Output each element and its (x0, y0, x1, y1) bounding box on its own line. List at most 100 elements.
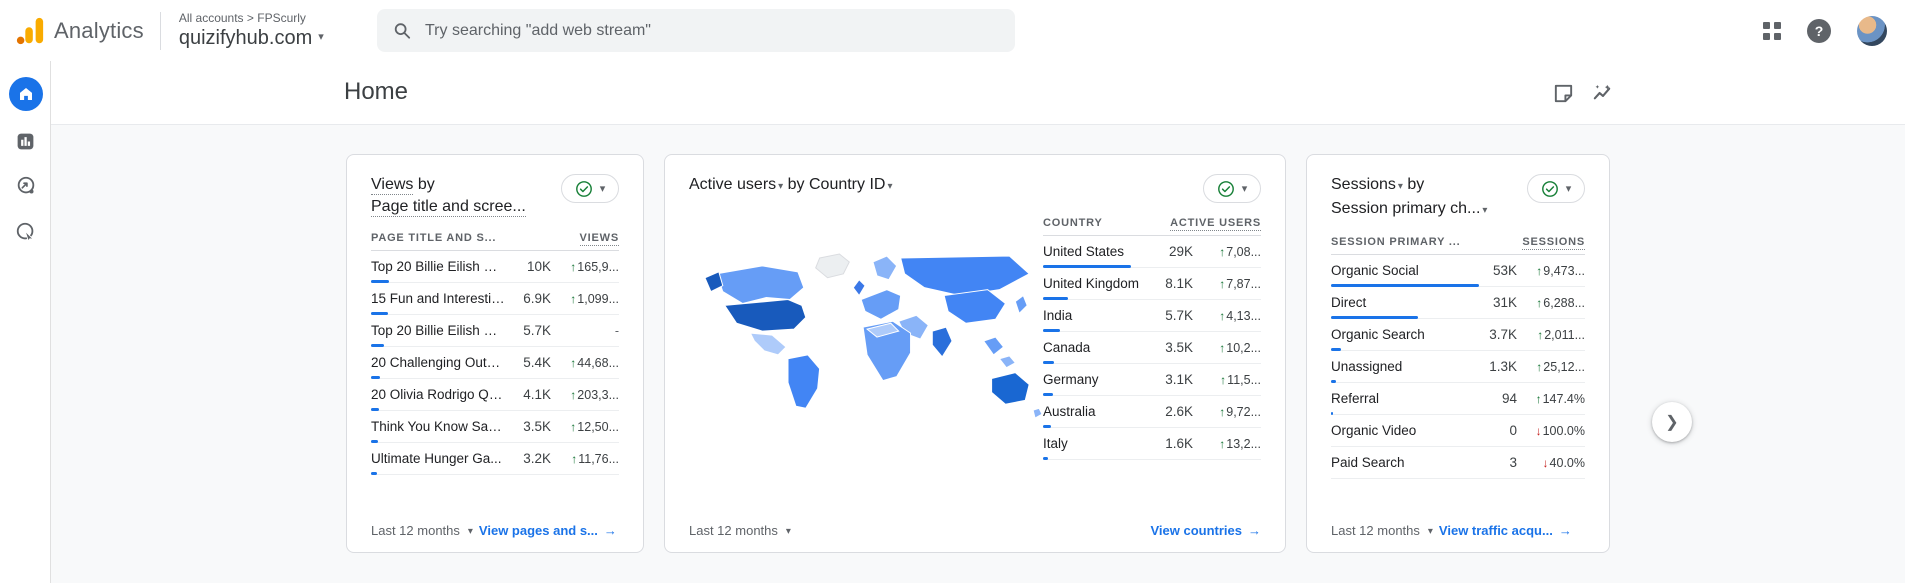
table-row: Direct 31K 6,288... (1331, 287, 1585, 319)
map-region-scandinavia (872, 255, 898, 281)
dimension-name[interactable]: Country ID (809, 176, 885, 193)
card-title[interactable]: Views by Page title and scree... (371, 174, 526, 218)
property-selector[interactable]: quizifyhub.com ▾ (179, 26, 324, 51)
map-region-east-asia (943, 289, 1007, 324)
row-value: 0 (1509, 423, 1517, 438)
column-metric[interactable]: SESSIONS (1522, 236, 1585, 250)
change-text: 25,12... (1543, 359, 1585, 374)
row-change: 25,12... (1517, 360, 1585, 374)
period-caret-icon[interactable]: ▾ (468, 526, 473, 537)
row-value: 53K (1492, 263, 1517, 278)
column-metric[interactable]: VIEWS (579, 232, 619, 246)
trend-arrow-icon (1543, 456, 1550, 470)
table-row: Unassigned 1.3K 25,12... (1331, 351, 1585, 383)
change-text: 100.0% (1542, 423, 1585, 438)
account-switcher[interactable]: All accounts > FPScurly quizifyhub.com ▾ (179, 11, 324, 51)
app-name: Analytics (54, 17, 144, 43)
table-row: Italy 1.6K 13,2... (1043, 428, 1261, 460)
view-countries-link[interactable]: View countries → (1150, 523, 1261, 538)
sidebar-item-advertising[interactable] (0, 221, 51, 243)
table-body: United States 29K 7,08... United Kingdom… (1043, 236, 1261, 460)
note-icon[interactable] (1552, 82, 1575, 105)
row-value: 3.2K (523, 451, 551, 466)
world-map[interactable] (703, 237, 1043, 513)
row-label: Italy (1043, 436, 1068, 451)
avatar[interactable] (1857, 15, 1887, 46)
arrow-right-icon: → (1248, 523, 1261, 538)
data-quality-pill[interactable]: ▾ (1527, 174, 1585, 203)
chevron-down-icon: ▾ (778, 181, 784, 192)
arrow-right-icon: → (1558, 523, 1572, 538)
dimension-name[interactable]: Session primary ch... (1331, 200, 1480, 217)
column-dimension[interactable]: PAGE TITLE AND S... (371, 232, 497, 244)
map-region-uk (852, 278, 866, 297)
card-title[interactable]: Active users ▾ by Country ID ▾ (689, 174, 892, 198)
analytics-logo[interactable]: Analytics (15, 16, 144, 46)
insights-icon[interactable] (1591, 82, 1614, 105)
view-pages-link[interactable]: View pages and s... → (479, 523, 617, 538)
row-label: United Kingdom (1043, 276, 1140, 291)
dimension-name[interactable]: Page title and scree... (371, 198, 526, 217)
map-region-indonesia (998, 355, 1017, 369)
row-label: 20 Challenging Outer... (371, 355, 510, 370)
data-quality-pill[interactable]: ▾ (1203, 174, 1261, 203)
period-caret-icon[interactable]: ▾ (786, 526, 791, 537)
column-metric[interactable]: ACTIVE USERS (1170, 217, 1261, 231)
card-sessions-by-channel: Sessions ▾ by Session primary ch... ▾ ▾ SE… (1306, 154, 1610, 553)
page-title: Home (344, 78, 409, 105)
card-title[interactable]: Sessions ▾ by Session primary ch... ▾ (1331, 174, 1487, 222)
row-label: Top 20 Billie Eilish Q... (371, 323, 506, 338)
help-icon[interactable]: ? (1807, 18, 1831, 43)
period-label: Last 12 months (1331, 523, 1420, 538)
topbar-actions: ? (1763, 0, 1887, 61)
search-input[interactable] (425, 21, 999, 40)
metric-name[interactable]: Active users (689, 176, 776, 193)
sidebar-item-explore[interactable] (0, 175, 51, 197)
row-label: Direct (1331, 295, 1367, 310)
change-text: - (614, 323, 619, 338)
change-text: 6,288... (1543, 295, 1585, 310)
row-label: Australia (1043, 404, 1096, 419)
map-region-new-zealand (1032, 407, 1043, 419)
top-app-bar: Analytics All accounts > FPScurly quizif… (0, 0, 1905, 61)
view-traffic-link[interactable]: View traffic acqu... → (1439, 523, 1572, 538)
chevron-down-icon: ▾ (887, 181, 893, 192)
card-footer: Last 12 months ▾ View countries → (689, 513, 1261, 538)
row-change: 2,011... (1517, 328, 1585, 342)
table-row: India 5.7K 4,13... (1043, 300, 1261, 332)
home-icon (8, 77, 43, 111)
chevron-down-icon: ▾ (1397, 181, 1403, 192)
data-quality-pill[interactable]: ▾ (561, 174, 619, 203)
divider (159, 11, 161, 50)
apps-grid-icon[interactable] (1763, 21, 1781, 40)
row-value: 1.3K (1489, 359, 1517, 374)
map-region-japan (1014, 294, 1028, 315)
sidebar-item-reports[interactable] (0, 131, 51, 152)
column-dimension[interactable]: SESSION PRIMARY ... (1331, 236, 1461, 248)
row-label: India (1043, 308, 1073, 323)
chevron-right-icon: ❯ (1665, 414, 1679, 431)
chevron-down-icon: ▾ (1482, 205, 1488, 216)
row-value: 3.7K (1489, 327, 1517, 342)
change-text: 9,473... (1543, 263, 1585, 278)
metric-name[interactable]: Sessions (1331, 176, 1396, 193)
map-region-canada (716, 265, 805, 304)
change-text: 10,2... (1226, 340, 1261, 355)
sidebar-item-home[interactable] (0, 77, 51, 111)
search-bar[interactable] (377, 9, 1015, 52)
cards-carousel: Views by Page title and scree... ▾ PAGE … (346, 154, 1610, 553)
table-body: Top 20 Billie Eilish Q... 10K 165,9... 1… (371, 251, 619, 475)
carousel-next-button[interactable]: ❯ (1652, 402, 1692, 442)
change-text: 7,08... (1226, 244, 1261, 259)
change-text: 9,72... (1226, 404, 1261, 419)
row-change: 40.0% (1517, 456, 1585, 470)
row-change: 11,5... (1193, 373, 1261, 387)
map-region-russia (900, 255, 1031, 297)
metric-name[interactable]: Views (371, 176, 414, 195)
row-label: Organic Video (1331, 423, 1417, 438)
column-dimension[interactable]: COUNTRY (1043, 217, 1103, 229)
period-caret-icon[interactable]: ▾ (1428, 526, 1433, 537)
search-icon (394, 23, 411, 39)
bar-chart-icon (17, 133, 34, 150)
table-row: Top 20 Billie Eilish Q... 5.7K - (371, 315, 619, 347)
